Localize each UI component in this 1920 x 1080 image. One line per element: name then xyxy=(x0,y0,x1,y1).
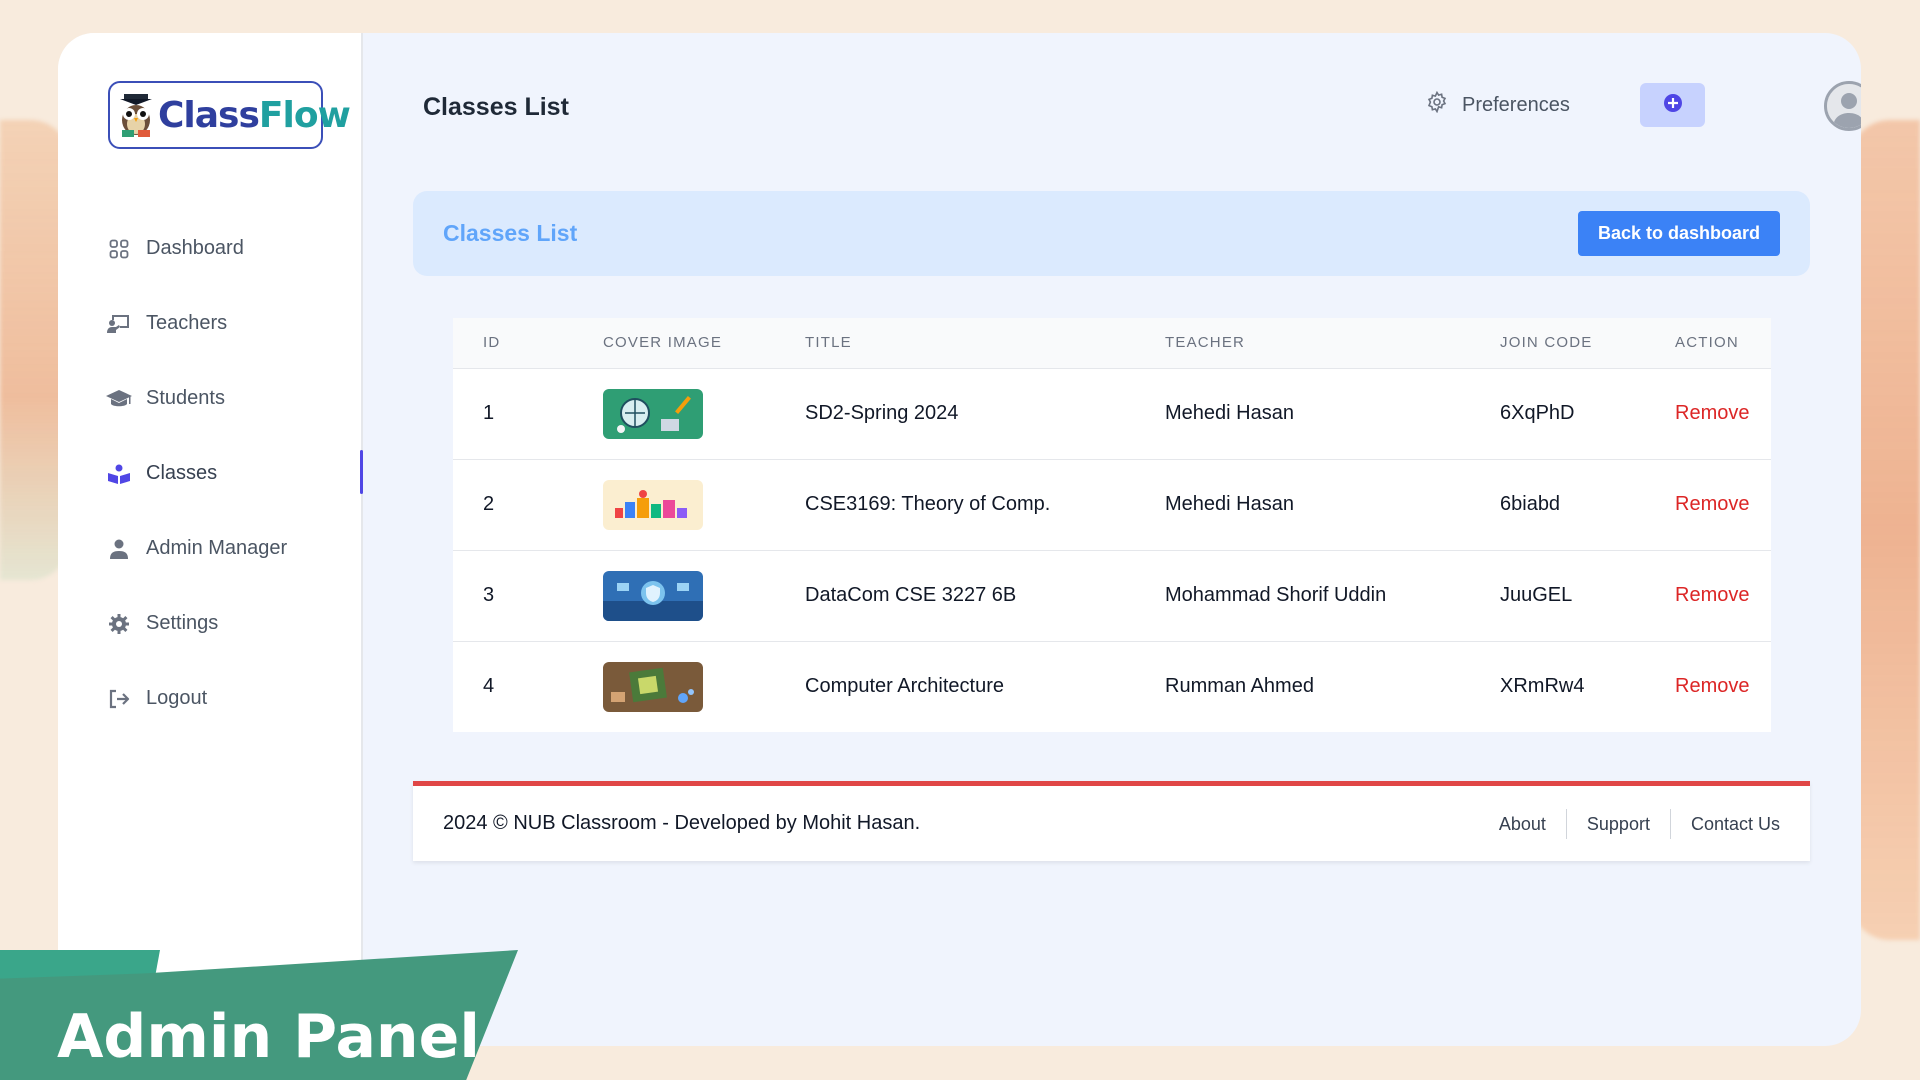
grid-icon xyxy=(106,239,132,259)
sidebar-item-label: Teachers xyxy=(146,312,228,334)
sidebar-item-admin-manager[interactable]: Admin Manager xyxy=(106,511,363,586)
footer-link-about[interactable]: About xyxy=(1479,809,1566,839)
sidebar-item-students[interactable]: Students xyxy=(106,361,363,436)
page-title: Classes List xyxy=(423,93,569,121)
book-reader-icon xyxy=(106,464,132,484)
cell-title: SD2-Spring 2024 xyxy=(775,367,1135,459)
app-logo[interactable]: ClassFlow xyxy=(108,81,351,149)
column-header-join-code: JOIN CODE xyxy=(1500,334,1593,352)
table-row: 3 DataCom CSE 3227 6B Mohammad Shorif Ud… xyxy=(453,549,1771,641)
table-row: 1 SD2-Spring 2024 Mehedi Hasan 6XqPhD Re… xyxy=(453,367,1771,459)
footer-link-support[interactable]: Support xyxy=(1565,808,1670,839)
logout-icon xyxy=(106,689,132,709)
sidebar-item-settings[interactable]: Settings xyxy=(106,586,363,661)
cover-image xyxy=(603,479,703,530)
cell-teacher: Rumman Ahmed xyxy=(1135,640,1470,732)
sidebar-nav: Dashboard Teachers Students Classes Admi… xyxy=(106,211,363,736)
cell-teacher: Mohammad Shorif Uddin xyxy=(1135,549,1470,641)
classes-header-card: Classes List Back to dashboard xyxy=(413,191,1810,276)
cell-title: Computer Architecture xyxy=(775,640,1135,732)
sidebar-item-label: Admin Manager xyxy=(146,537,288,559)
cell-id: 2 xyxy=(453,458,573,550)
sidebar-item-logout[interactable]: Logout xyxy=(106,661,363,736)
sidebar-item-label: Students xyxy=(146,387,225,409)
logo-wordmark: ClassFlow xyxy=(158,94,351,136)
sidebar-item-classes[interactable]: Classes xyxy=(106,436,363,511)
sidebar-item-label: Classes xyxy=(146,462,218,484)
sidebar-item-label: Logout xyxy=(146,687,208,709)
column-header-teacher: TEACHER xyxy=(1165,334,1246,352)
table-row: 2 CSE3169: Theory of Comp. Mehedi Hasan … xyxy=(453,458,1771,550)
card-title: Classes List xyxy=(443,220,578,246)
cell-id: 1 xyxy=(453,367,573,459)
sidebar-item-teachers[interactable]: Teachers xyxy=(106,286,363,361)
cell-join-code: 6biabd xyxy=(1470,458,1645,550)
cover-image xyxy=(603,388,703,439)
cover-image xyxy=(603,570,703,621)
sidebar-item-label: Dashboard xyxy=(146,237,244,259)
back-to-dashboard-button[interactable]: Back to dashboard xyxy=(1577,211,1780,256)
cell-join-code: JuuGEL xyxy=(1470,549,1645,641)
remove-button[interactable]: Remove xyxy=(1675,584,1749,606)
gear-outline-icon xyxy=(1426,90,1448,119)
table-header-row: ID COVER IMAGE TITLE TEACHER JOIN CODE A… xyxy=(453,318,1771,368)
cell-join-code: 6XqPhD xyxy=(1470,367,1645,459)
footer-link-contact[interactable]: Contact Us xyxy=(1669,808,1780,839)
cell-title: DataCom CSE 3227 6B xyxy=(775,549,1135,641)
footer-copyright: 2024 © NUB Classroom - Developed by Mohi… xyxy=(443,812,921,834)
avatar[interactable] xyxy=(1824,81,1861,131)
footer: 2024 © NUB Classroom - Developed by Mohi… xyxy=(413,781,1810,861)
cell-id: 3 xyxy=(453,549,573,641)
preferences-link[interactable]: Preferences xyxy=(1426,90,1570,119)
column-header-id: ID xyxy=(483,334,501,352)
user-icon xyxy=(106,539,132,559)
add-button[interactable] xyxy=(1640,83,1705,127)
preferences-label: Preferences xyxy=(1462,93,1570,116)
column-header-title: TITLE xyxy=(805,334,852,352)
sidebar-item-dashboard[interactable]: Dashboard xyxy=(106,211,363,286)
footer-links: About Support Contact Us xyxy=(1479,808,1780,839)
sidebar-item-label: Settings xyxy=(146,612,219,634)
column-header-action: ACTION xyxy=(1675,334,1739,352)
cover-image xyxy=(603,661,703,712)
column-header-cover-image: COVER IMAGE xyxy=(603,334,723,352)
app-window: ClassFlow Dashboard Teachers Students Cl… xyxy=(58,33,1861,1046)
cell-teacher: Mehedi Hasan xyxy=(1135,458,1470,550)
table-row: 4 Computer Architecture Rumman Ahmed XRm… xyxy=(453,640,1771,732)
remove-button[interactable]: Remove xyxy=(1675,675,1749,697)
cell-title: CSE3169: Theory of Comp. xyxy=(775,458,1135,550)
main-content: Classes List Preferences Classes List Ba… xyxy=(363,33,1861,1046)
teacher-board-icon xyxy=(106,314,132,334)
banner-title: Admin Panel xyxy=(57,1002,480,1072)
sidebar: ClassFlow Dashboard Teachers Students Cl… xyxy=(58,33,363,1046)
plus-circle-icon xyxy=(1663,93,1683,118)
classes-table: ID COVER IMAGE TITLE TEACHER JOIN CODE A… xyxy=(453,318,1771,732)
gear-icon xyxy=(106,613,132,634)
cell-id: 4 xyxy=(453,640,573,732)
cell-join-code: XRmRw4 xyxy=(1470,640,1645,732)
graduation-cap-icon xyxy=(106,389,132,409)
remove-button[interactable]: Remove xyxy=(1675,402,1749,424)
owl-logo-icon xyxy=(116,92,156,138)
remove-button[interactable]: Remove xyxy=(1675,493,1749,515)
cell-teacher: Mehedi Hasan xyxy=(1135,367,1470,459)
